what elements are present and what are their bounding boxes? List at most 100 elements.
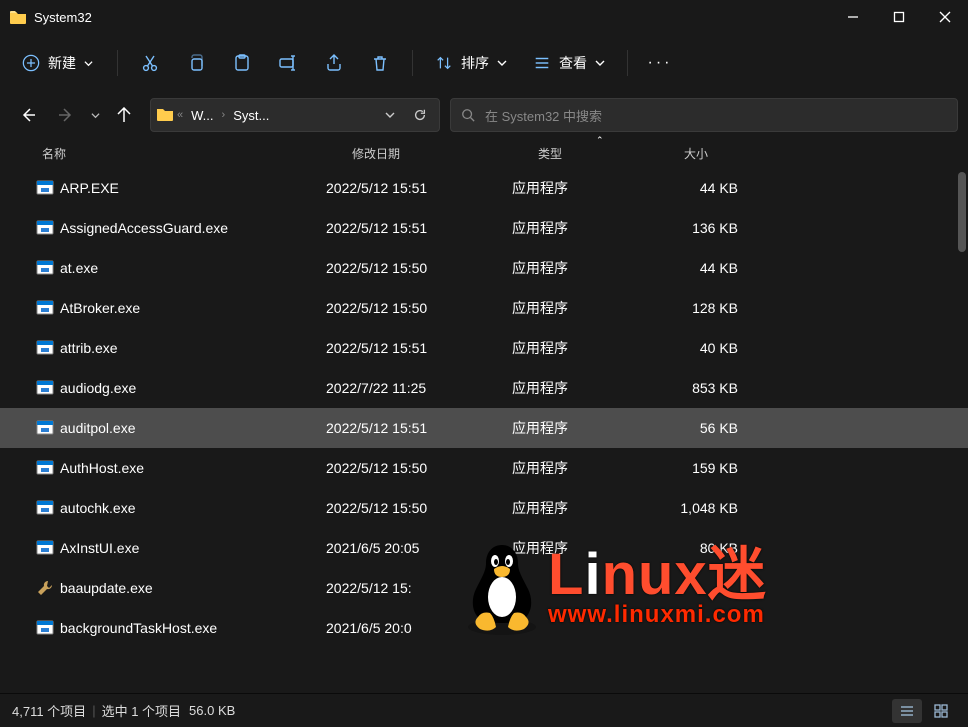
file-name: AxInstUI.exe bbox=[60, 540, 139, 556]
file-row[interactable]: attrib.exe2022/5/12 15:51应用程序40 KB bbox=[0, 328, 968, 368]
file-name: AtBroker.exe bbox=[60, 300, 140, 316]
file-size: 80 KB bbox=[658, 540, 748, 556]
close-button[interactable] bbox=[922, 0, 968, 34]
sort-indicator-icon: ⌃ bbox=[596, 135, 604, 146]
share-button[interactable] bbox=[314, 43, 354, 83]
file-row[interactable]: audiodg.exe2022/7/22 11:25应用程序853 KB bbox=[0, 368, 968, 408]
file-date: 2022/5/12 15:51 bbox=[326, 420, 512, 436]
more-button[interactable]: ··· bbox=[640, 54, 680, 72]
paste-button[interactable] bbox=[222, 43, 262, 83]
file-size: 136 KB bbox=[658, 220, 748, 236]
column-headers: 名称 修改日期 类型⌃ 大小 bbox=[0, 138, 968, 168]
column-header-date[interactable]: 修改日期 bbox=[352, 145, 538, 162]
new-button[interactable]: 新建 bbox=[10, 47, 105, 79]
file-row[interactable]: at.exe2022/5/12 15:50应用程序44 KB bbox=[0, 248, 968, 288]
scrollbar-thumb[interactable] bbox=[958, 172, 966, 252]
up-button[interactable] bbox=[106, 97, 142, 133]
copy-button[interactable] bbox=[176, 43, 216, 83]
file-name: audiodg.exe bbox=[60, 380, 136, 396]
breadcrumb-part[interactable]: W... bbox=[187, 106, 217, 125]
file-type-icon bbox=[36, 579, 54, 597]
file-row[interactable]: baaupdate.exe2022/5/12 15: bbox=[0, 568, 968, 608]
toolbar: 新建 排序 查看 bbox=[0, 34, 968, 92]
folder-icon bbox=[10, 10, 26, 24]
file-date: 2022/5/12 15:50 bbox=[326, 500, 512, 516]
file-type: 应用程序 bbox=[512, 458, 658, 478]
address-row: « W... › Syst... 在 System32 中搜索 bbox=[0, 92, 968, 138]
address-bar[interactable]: « W... › Syst... bbox=[150, 98, 440, 132]
file-row[interactable]: AtBroker.exe 2022/5/12 15:50应用程序128 KB bbox=[0, 288, 968, 328]
file-row[interactable]: backgroundTaskHost.exe 2021/6/5 20:0 bbox=[0, 608, 968, 648]
file-name: attrib.exe bbox=[60, 340, 118, 356]
file-size: 128 KB bbox=[658, 300, 748, 316]
file-row[interactable]: autochk.exe2022/5/12 15:50应用程序1,048 KB bbox=[0, 488, 968, 528]
file-type: 应用程序 bbox=[512, 378, 658, 398]
column-header-type[interactable]: 类型⌃ bbox=[538, 145, 684, 162]
file-date: 2022/5/12 15:51 bbox=[326, 180, 512, 196]
file-date: 2021/6/5 20:0 bbox=[326, 620, 512, 636]
chevron-right-icon: › bbox=[222, 109, 226, 121]
file-type-icon bbox=[36, 259, 54, 277]
file-type: 应用程序 bbox=[512, 218, 658, 238]
file-date: 2022/5/12 15:50 bbox=[326, 460, 512, 476]
file-row[interactable]: auditpol.exe2022/5/12 15:51应用程序56 KB bbox=[0, 408, 968, 448]
file-type-icon bbox=[36, 339, 54, 357]
file-type-icon bbox=[36, 459, 54, 477]
view-button[interactable]: 查看 bbox=[523, 47, 615, 79]
forward-button[interactable] bbox=[48, 97, 84, 133]
file-type-icon bbox=[36, 619, 54, 637]
separator bbox=[627, 50, 628, 76]
column-header-size[interactable]: 大小 bbox=[684, 145, 774, 162]
window-title: System32 bbox=[34, 10, 92, 25]
view-button-label: 查看 bbox=[559, 53, 587, 73]
file-row[interactable]: AuthHost.exe2022/5/12 15:50应用程序159 KB bbox=[0, 448, 968, 488]
file-date: 2022/5/12 15:50 bbox=[326, 300, 512, 316]
address-dropdown[interactable] bbox=[377, 110, 403, 120]
file-row[interactable]: AssignedAccessGuard.exe 2022/5/12 15:51应用… bbox=[0, 208, 968, 248]
file-type: 应用程序 bbox=[512, 538, 658, 558]
chevron-left-icon: « bbox=[177, 109, 183, 121]
file-row[interactable]: ARP.EXE 2022/5/12 15:51应用程序44 KB bbox=[0, 168, 968, 208]
file-size: 40 KB bbox=[658, 340, 748, 356]
file-row[interactable]: AxInstUI.exe 2021/6/5 20:05应用程序80 KB bbox=[0, 528, 968, 568]
folder-icon bbox=[157, 107, 173, 124]
file-name: at.exe bbox=[60, 260, 98, 276]
file-name: AuthHost.exe bbox=[60, 460, 144, 476]
sort-button[interactable]: 排序 bbox=[425, 47, 517, 79]
file-name: auditpol.exe bbox=[60, 420, 136, 436]
search-box[interactable]: 在 System32 中搜索 bbox=[450, 98, 958, 132]
file-size: 44 KB bbox=[658, 180, 748, 196]
cut-button[interactable] bbox=[130, 43, 170, 83]
file-type: 应用程序 bbox=[512, 298, 658, 318]
file-name: ARP.EXE bbox=[60, 180, 119, 196]
search-icon bbox=[461, 108, 475, 122]
back-button[interactable] bbox=[10, 97, 46, 133]
separator bbox=[412, 50, 413, 76]
file-date: 2022/5/12 15:51 bbox=[326, 220, 512, 236]
file-explorer-window: System32 新建 bbox=[0, 0, 968, 727]
file-type: 应用程序 bbox=[512, 178, 658, 198]
file-type: 应用程序 bbox=[512, 498, 658, 518]
search-placeholder: 在 System32 中搜索 bbox=[485, 106, 602, 125]
rename-button[interactable] bbox=[268, 43, 308, 83]
status-selection: 选中 1 个项目 bbox=[102, 701, 181, 720]
file-size: 1,048 KB bbox=[658, 500, 748, 516]
file-type-icon bbox=[36, 499, 54, 517]
status-selection-size: 56.0 KB bbox=[189, 703, 235, 718]
minimize-button[interactable] bbox=[830, 0, 876, 34]
file-name: baaupdate.exe bbox=[60, 580, 153, 596]
file-name: backgroundTaskHost.exe bbox=[60, 620, 217, 636]
history-dropdown[interactable] bbox=[86, 111, 104, 120]
breadcrumb-part[interactable]: Syst... bbox=[229, 106, 273, 125]
file-date: 2021/6/5 20:05 bbox=[326, 540, 512, 556]
file-name: AssignedAccessGuard.exe bbox=[60, 220, 228, 236]
file-list[interactable]: Linux迷 www.linuxmi.com ARP.EXE2022/5/12 … bbox=[0, 168, 968, 693]
separator bbox=[117, 50, 118, 76]
details-view-button[interactable] bbox=[892, 699, 922, 723]
thumbnails-view-button[interactable] bbox=[926, 699, 956, 723]
refresh-button[interactable] bbox=[407, 108, 433, 122]
delete-button[interactable] bbox=[360, 43, 400, 83]
maximize-button[interactable] bbox=[876, 0, 922, 34]
file-type-icon bbox=[36, 179, 54, 197]
column-header-name[interactable]: 名称 bbox=[42, 145, 352, 162]
